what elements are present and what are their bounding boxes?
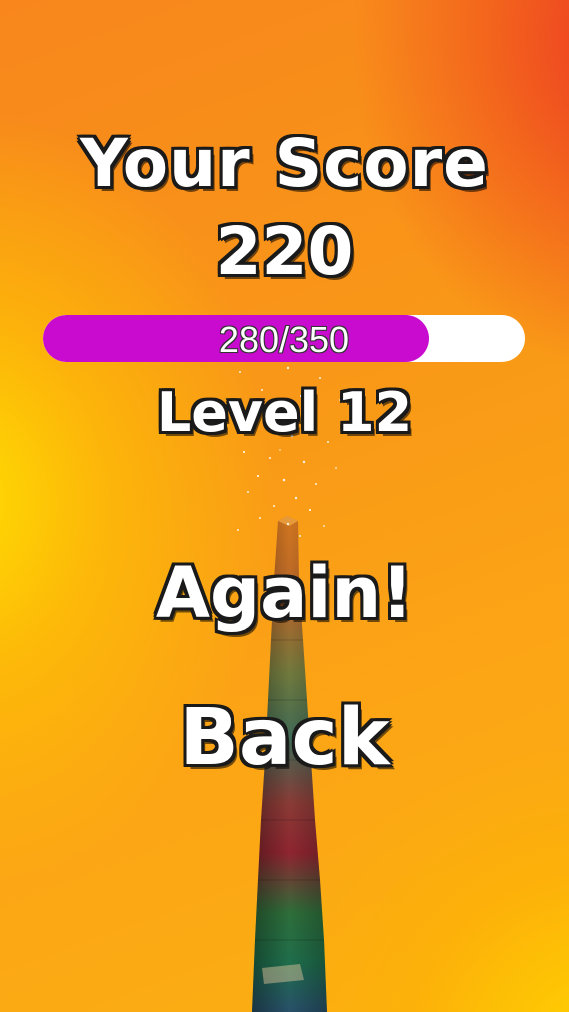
again-button[interactable]: Again! — [0, 548, 569, 638]
score-value: 220 — [215, 213, 354, 290]
score-title: Your Score — [80, 125, 489, 202]
level-label: Level 12 — [156, 381, 413, 444]
level-progress-bar: 280/350 — [43, 315, 525, 362]
level-progress-label: 280/350 — [218, 319, 350, 360]
back-button[interactable]: Back — [0, 690, 569, 786]
